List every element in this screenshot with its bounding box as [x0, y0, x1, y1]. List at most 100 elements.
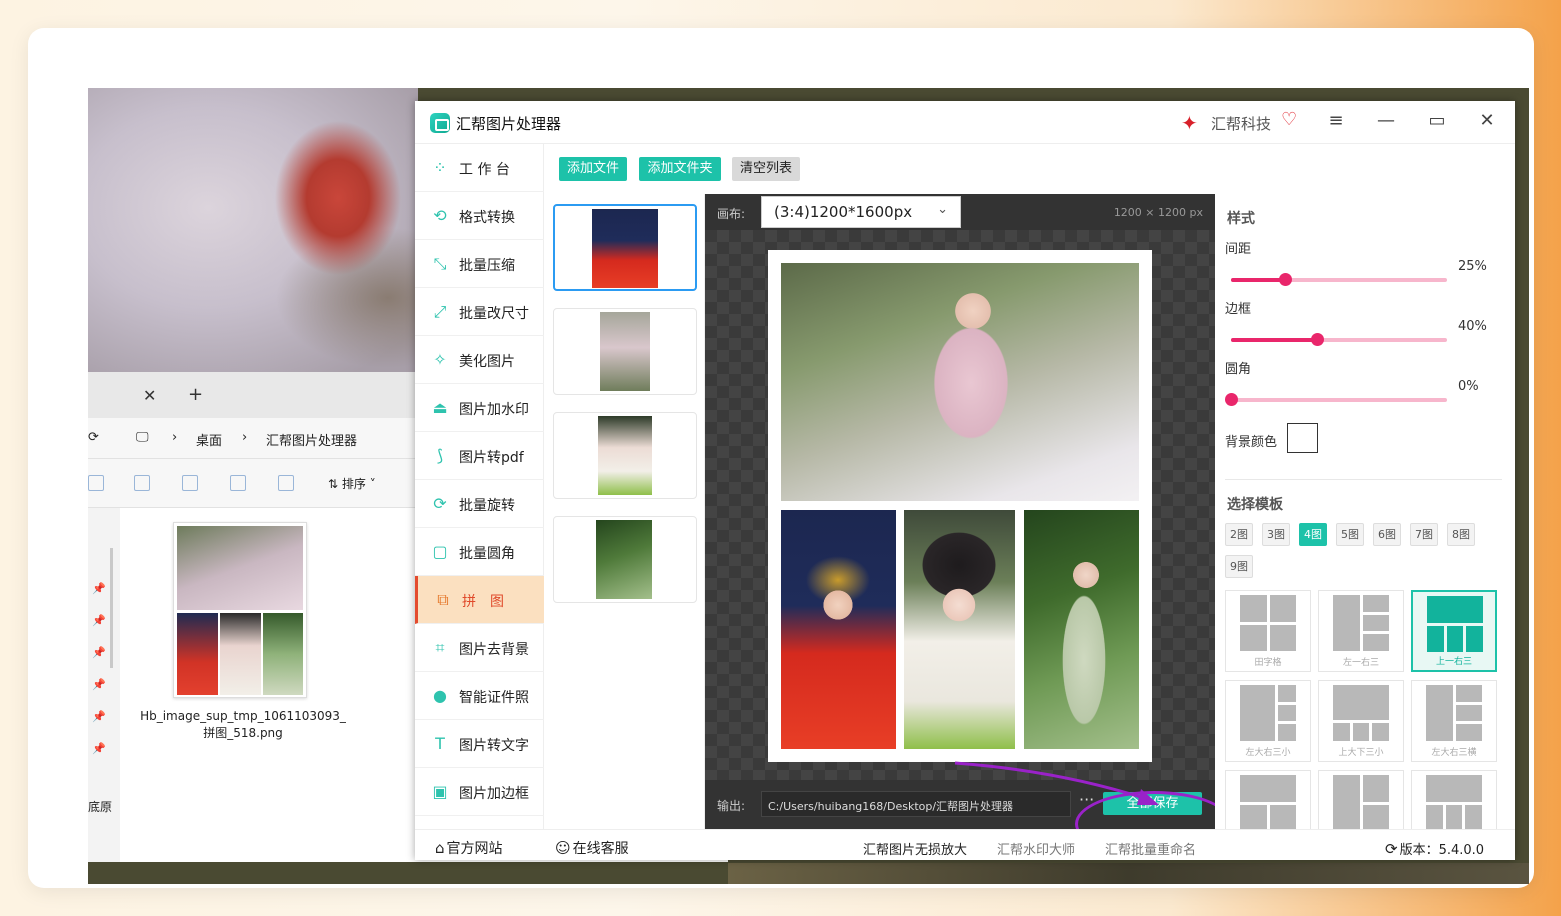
sidebar-item-label: 图片转pdf — [459, 450, 524, 466]
canvas-pixel-size: 1200 × 1200 px — [1113, 206, 1203, 219]
sidebar-item[interactable]: ⤢ 批量改尺寸 — [415, 288, 544, 336]
file-list-item[interactable] — [553, 308, 697, 395]
file-thumb-image — [600, 312, 650, 391]
product-link-watermark[interactable]: 汇帮水印大师 — [997, 839, 1075, 858]
delete-icon[interactable] — [278, 475, 294, 491]
heart-icon[interactable]: ♡ — [1281, 109, 1297, 130]
image-count-option[interactable]: 8图 — [1447, 523, 1475, 546]
template-cell — [1426, 685, 1453, 741]
preview-area: 画布: (3:4)1200*1600px ⌄ 1200 × 1200 px 输出… — [705, 194, 1215, 829]
sidebar-item[interactable]: ⟳ 批量旋转 — [415, 480, 544, 528]
template-option[interactable]: 左大右三小 — [1225, 680, 1311, 762]
border-slider[interactable] — [1231, 333, 1447, 346]
template-option[interactable]: 上一右三 — [1411, 590, 1497, 672]
file-list-item[interactable] — [553, 412, 697, 499]
template-cell — [1240, 685, 1276, 741]
minimize-icon[interactable]: — — [1374, 110, 1398, 131]
template-option[interactable]: 田字格 — [1225, 590, 1311, 672]
image-count-option[interactable]: 5图 — [1336, 523, 1364, 546]
image-count-option[interactable]: 6图 — [1373, 523, 1401, 546]
app-logo-icon — [430, 113, 450, 133]
sidebar-item[interactable]: ✧ 美化图片 — [415, 336, 544, 384]
spacing-value: 25% — [1458, 259, 1487, 274]
chevron-down-icon: ˅ — [365, 477, 376, 491]
sidebar-item[interactable]: ⤡ 批量压缩 — [415, 240, 544, 288]
file-list-item[interactable] — [553, 204, 697, 291]
product-link-rename[interactable]: 汇帮批量重命名 — [1105, 839, 1196, 858]
computer-icon[interactable]: 🖵 — [136, 430, 149, 445]
website-link[interactable]: ⌂ 官方网站 — [435, 838, 503, 858]
template-option[interactable]: 左一右三 — [1318, 590, 1404, 672]
breadcrumb-desktop[interactable]: 桌面 — [196, 430, 222, 449]
sort-button[interactable]: ⇅ 排序 ˅ — [328, 475, 376, 492]
share-icon[interactable] — [230, 475, 246, 491]
nav-scrollbar[interactable] — [110, 548, 113, 668]
file-thumbnail[interactable] — [173, 522, 307, 698]
file-name[interactable]: Hb_image_sup_tmp_1061103093_拼图_518.png — [138, 708, 348, 742]
refresh-icon[interactable]: ⟳ — [88, 430, 99, 445]
bg-color-swatch[interactable] — [1287, 423, 1318, 453]
breadcrumb-folder[interactable]: 汇帮图片处理器 — [266, 430, 357, 449]
image-count-option[interactable]: 7图 — [1410, 523, 1438, 546]
template-option[interactable] — [1225, 770, 1311, 831]
template-option[interactable] — [1318, 770, 1404, 831]
sidebar-item[interactable]: ⁘ 工 作 台 — [415, 144, 544, 192]
sidebar-item[interactable]: ● 智能证件照 — [415, 672, 544, 720]
canvas-size-select[interactable]: (3:4)1200*1600px ⌄ — [761, 196, 961, 228]
sidebar-item[interactable]: ▣ 图片加边框 — [415, 768, 544, 816]
clear-list-button[interactable]: 清空列表 — [732, 157, 800, 181]
template-layout-preview — [1333, 775, 1389, 831]
image-count-option[interactable]: 4图 — [1299, 523, 1327, 546]
sidebar-item-label: 拼 图 — [462, 594, 504, 610]
border-slider-fill — [1231, 338, 1318, 342]
image-count-option[interactable]: 3图 — [1262, 523, 1290, 546]
template-cell — [1278, 704, 1296, 722]
new-tab-icon[interactable]: + — [188, 384, 203, 405]
divider — [1225, 479, 1502, 480]
sidebar-item[interactable]: ⏏ 图片加水印 — [415, 384, 544, 432]
status-bar: ⌂ 官方网站 ☺ 在线客服 汇帮图片无损放大 汇帮水印大师 汇帮批量重命名 ⟳ 版本：… — [415, 829, 1515, 860]
menu-icon[interactable]: ≡ — [1324, 110, 1348, 131]
add-file-button[interactable]: 添加文件 — [559, 157, 627, 181]
template-layout-preview — [1427, 596, 1483, 652]
border-slider-handle[interactable] — [1311, 333, 1325, 346]
product-link-upscale[interactable]: 汇帮图片无损放大 — [863, 839, 967, 858]
collage-icon: ⧉ — [437, 590, 449, 609]
spacing-slider-handle[interactable] — [1279, 273, 1292, 286]
image-count-option[interactable]: 9图 — [1225, 555, 1253, 578]
copy-icon[interactable] — [134, 475, 150, 491]
website-label: 官方网站 — [446, 841, 503, 857]
spacing-slider[interactable] — [1231, 273, 1447, 286]
template-option[interactable]: 上大下三小 — [1318, 680, 1404, 762]
template-cell — [1269, 624, 1296, 651]
pin-icon: 📌 — [92, 614, 106, 627]
sidebar-item[interactable]: ⌗ 图片去背景 — [415, 624, 544, 672]
nav-truncated-label: 底原 — [88, 800, 113, 814]
sidebar-item[interactable]: ⟲ 格式转换 — [415, 192, 544, 240]
template-layout-preview — [1240, 775, 1296, 831]
image-count-option[interactable]: 2图 — [1225, 523, 1253, 546]
round-corner-icon: ▢ — [432, 542, 448, 561]
template-option[interactable]: 左大右三横 — [1411, 680, 1497, 762]
sidebar-item[interactable]: T 图片转文字 — [415, 720, 544, 768]
thumb-image-top — [177, 526, 303, 610]
support-link[interactable]: ☺ 在线客服 — [555, 838, 629, 858]
template-layout-preview — [1426, 775, 1482, 831]
rename-icon[interactable] — [182, 475, 198, 491]
maximize-icon[interactable]: ▭ — [1425, 110, 1449, 131]
template-option[interactable] — [1411, 770, 1497, 831]
template-caption: 田字格 — [1254, 658, 1282, 668]
version-info[interactable]: ⟳ 版本：5.4.0.0 — [1385, 839, 1484, 858]
file-list-item[interactable] — [553, 516, 697, 603]
sidebar-item[interactable]: ⟆ 图片转pdf — [415, 432, 544, 480]
radius-slider[interactable] — [1225, 393, 1447, 406]
cut-icon[interactable] — [88, 475, 104, 491]
sidebar-item[interactable]: ▢ 批量圆角 — [415, 528, 544, 576]
close-icon[interactable]: ✕ — [1475, 110, 1499, 131]
tab-close-icon[interactable]: ✕ — [143, 386, 156, 405]
add-folder-button[interactable]: 添加文件夹 — [639, 157, 721, 181]
sidebar-item-label: 图片去背景 — [459, 642, 529, 658]
radius-slider-handle[interactable] — [1225, 393, 1238, 406]
collage-image-bottom-3 — [1024, 510, 1139, 749]
sidebar-item[interactable]: ⧉ 拼 图 — [415, 576, 544, 624]
